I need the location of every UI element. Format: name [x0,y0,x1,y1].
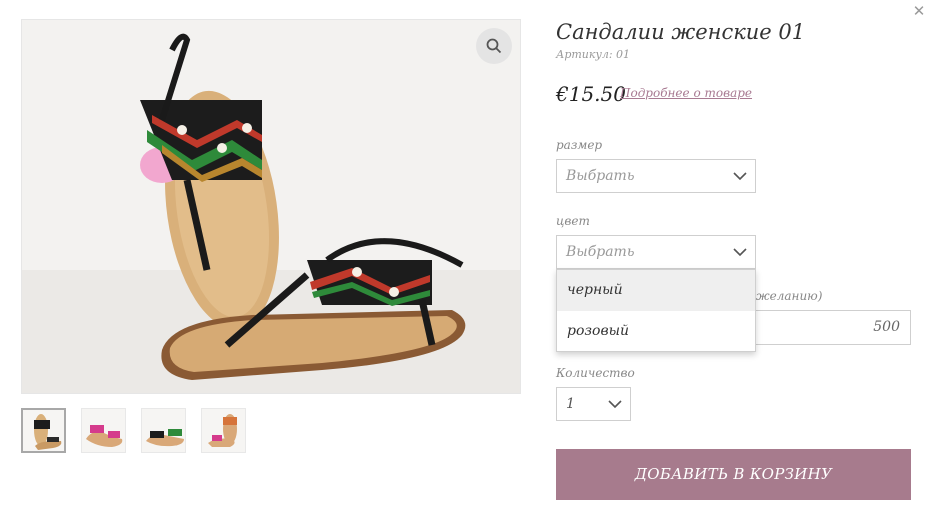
thumbnail-image [208,414,237,447]
color-dropdown: черный розовый [556,269,756,352]
zoom-button[interactable] [476,28,512,64]
color-option-black[interactable]: черный [557,270,755,311]
chevron-down-icon [733,248,747,257]
color-label: цвет [556,214,590,228]
thumbnail-4[interactable] [201,408,246,453]
product-title: Сандалии женские 01 [556,20,806,44]
color-select[interactable]: Выбрать [556,235,756,269]
thumbnail-1[interactable] [21,408,66,453]
close-icon[interactable]: ✕ [910,2,928,20]
product-price: €15.50 [556,82,626,106]
chevron-down-icon [608,400,622,409]
thumbnail-3[interactable] [141,408,186,453]
product-details-link[interactable]: Подробнее о товаре [620,86,752,100]
thumbnail-image [86,425,123,447]
color-select-value: Выбрать [566,244,635,260]
thumbnail-2[interactable] [81,408,126,453]
amount-input[interactable]: 500 [740,310,911,345]
size-label: размер [556,138,603,152]
quantity-label: Количество [556,366,635,380]
thumbnail-image [34,414,62,450]
add-to-cart-button[interactable]: ДОБАВИТЬ В КОРЗИНУ [556,449,911,500]
sandal-photo [22,20,520,393]
color-option-pink[interactable]: розовый [557,311,755,352]
quantity-value: 1 [566,396,575,412]
product-main-image [21,19,521,394]
quantity-select[interactable]: 1 [556,387,631,421]
amount-label: желанию) [756,289,823,303]
thumbnail-image [146,429,184,447]
zoom-icon [486,38,502,54]
size-select-value: Выбрать [566,168,635,184]
chevron-down-icon [733,172,747,181]
amount-value: 500 [873,319,900,335]
product-sku: Артикул: 01 [556,48,631,61]
size-select[interactable]: Выбрать [556,159,756,193]
